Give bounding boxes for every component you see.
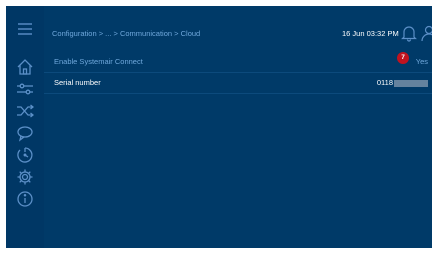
- bell-icon[interactable]: [400, 24, 418, 42]
- datetime: 16 Jun 03:32 PM: [342, 29, 399, 38]
- serial-redacted-block: [394, 79, 428, 87]
- info-icon[interactable]: [15, 190, 35, 208]
- alarm-badge[interactable]: 7: [397, 52, 409, 64]
- header: Configuration > ... > Communication > Cl…: [44, 6, 432, 50]
- home-icon[interactable]: [15, 58, 35, 76]
- row-value: 0118: [377, 78, 428, 87]
- user-icon[interactable]: [420, 24, 432, 42]
- chat-icon[interactable]: [15, 124, 35, 142]
- menu-icon[interactable]: [15, 20, 35, 38]
- row-label: Enable Systemair Connect: [54, 57, 143, 66]
- history-icon[interactable]: [15, 146, 35, 164]
- sidebar: [6, 6, 44, 248]
- divider: [44, 93, 432, 94]
- screen: Configuration > ... > Communication > Cl…: [6, 6, 432, 248]
- row-label: Serial number: [54, 78, 101, 87]
- row-enable-systemair-connect[interactable]: Enable Systemair Connect Yes: [44, 52, 432, 72]
- sliders-icon[interactable]: [15, 80, 35, 98]
- serial-number-value: 0118: [376, 78, 393, 87]
- shuffle-icon[interactable]: [15, 102, 35, 120]
- row-serial-number: Serial number 0118: [44, 73, 432, 93]
- row-value: Yes: [415, 57, 428, 66]
- gear-icon[interactable]: [15, 168, 35, 186]
- breadcrumb[interactable]: Configuration > ... > Communication > Cl…: [52, 29, 200, 38]
